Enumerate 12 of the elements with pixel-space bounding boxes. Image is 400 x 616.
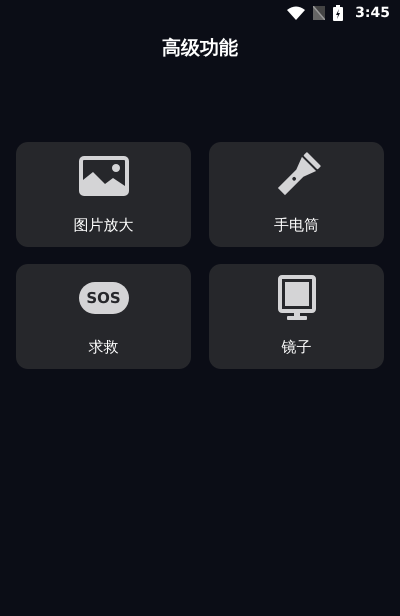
wifi-icon [287,6,306,20]
battery-charging-icon [333,5,344,21]
page-title: 高级功能 [162,36,238,61]
sos-icon: SOS [78,282,128,314]
no-sim-icon [313,6,326,20]
feature-card[interactable]: 镜子 [209,264,384,368]
feature-card[interactable]: 图片放大 [16,142,191,246]
status-time: 3:45 [355,4,390,22]
image-icon [78,156,128,196]
feature-card[interactable]: SOS 求救 [16,264,191,368]
mirror-icon [276,274,316,321]
feature-card[interactable]: 手电筒 [209,142,384,246]
